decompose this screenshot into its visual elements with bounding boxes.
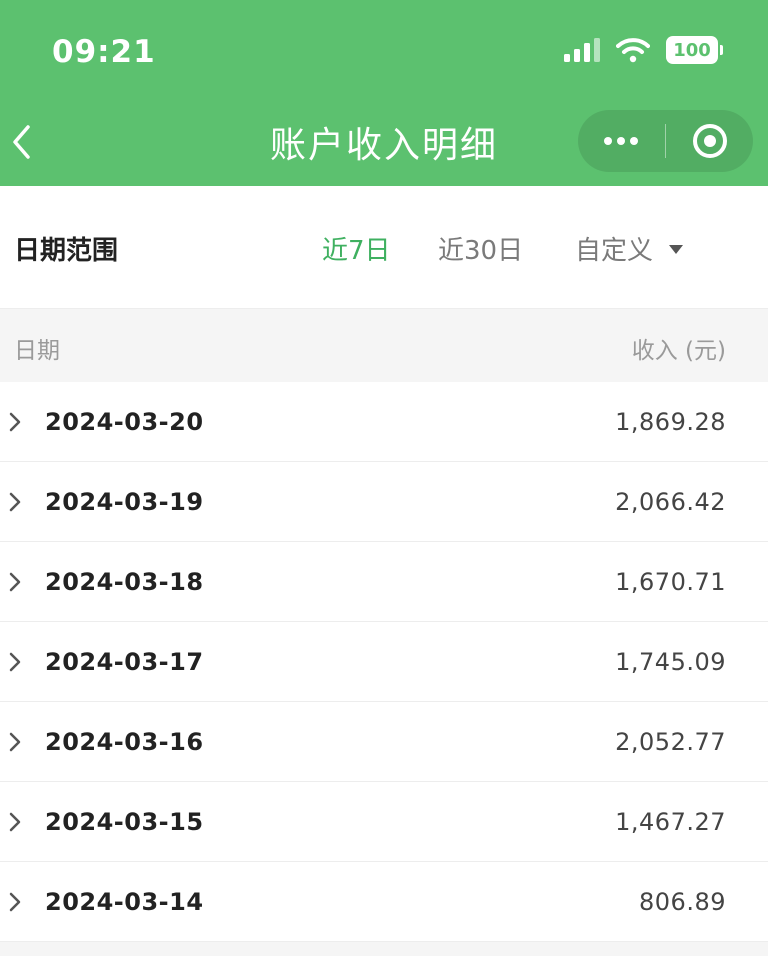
row-date: 2024-03-18 [45, 568, 204, 596]
more-button[interactable] [578, 110, 665, 172]
income-table: 2024-03-20 1,869.28 2024-03-19 2,066.42 … [0, 382, 768, 942]
battery-level: 100 [673, 39, 711, 61]
battery-icon: 100 [666, 36, 723, 64]
chevron-right-icon [9, 572, 21, 592]
column-header-income: 收入 (元) [631, 338, 726, 364]
header-bar: 09:21 100 账户收入明细 [0, 0, 768, 186]
caret-down-icon [669, 245, 684, 254]
page: 09:21 100 账户收入明细 日期范围 近7日 近30日 自定义 日期 收入… [0, 0, 768, 956]
row-date: 2024-03-20 [45, 408, 204, 436]
status-time: 09:21 [52, 34, 156, 70]
miniprogram-capsule [578, 110, 753, 172]
chevron-right-icon [9, 812, 21, 832]
table-header: 日期 收入 (元) [0, 308, 768, 382]
row-date: 2024-03-16 [45, 728, 204, 756]
row-amount: 2,066.42 [615, 488, 726, 516]
chevron-right-icon [9, 492, 21, 512]
row-amount: 806.89 [639, 888, 726, 916]
row-date: 2024-03-19 [45, 488, 204, 516]
row-amount: 1,670.71 [615, 568, 726, 596]
column-header-date: 日期 [14, 338, 60, 364]
date-range-filter: 日期范围 近7日 近30日 自定义 [0, 186, 768, 308]
date-range-label: 日期范围 [14, 236, 119, 266]
status-icons: 100 [564, 36, 723, 64]
more-dots-icon [604, 137, 639, 145]
table-row[interactable]: 2024-03-16 2,052.77 [0, 702, 768, 782]
chevron-right-icon [9, 732, 21, 752]
row-amount: 2,052.77 [615, 728, 726, 756]
row-amount: 1,745.09 [615, 648, 726, 676]
row-date: 2024-03-17 [45, 648, 204, 676]
table-row[interactable]: 2024-03-20 1,869.28 [0, 382, 768, 462]
table-row[interactable]: 2024-03-19 2,066.42 [0, 462, 768, 542]
close-miniprogram-button[interactable] [666, 110, 753, 172]
chevron-right-icon [9, 412, 21, 432]
range-option-custom-label: 自定义 [575, 236, 654, 266]
target-icon [692, 124, 727, 158]
range-option-7-days[interactable]: 近7日 [322, 230, 391, 267]
chevron-right-icon [9, 652, 21, 672]
row-amount: 1,869.28 [615, 408, 726, 436]
table-row[interactable]: 2024-03-14 806.89 [0, 862, 768, 942]
chevron-right-icon [9, 892, 21, 912]
table-row[interactable]: 2024-03-18 1,670.71 [0, 542, 768, 622]
row-date: 2024-03-14 [45, 888, 204, 916]
signal-icon [564, 38, 600, 62]
row-amount: 1,467.27 [615, 808, 726, 836]
row-date: 2024-03-15 [45, 808, 204, 836]
table-row[interactable]: 2024-03-17 1,745.09 [0, 622, 768, 702]
table-row[interactable]: 2024-03-15 1,467.27 [0, 782, 768, 862]
range-option-custom[interactable]: 自定义 [575, 230, 684, 267]
range-option-30-days[interactable]: 近30日 [438, 230, 523, 267]
wifi-icon [616, 38, 650, 63]
